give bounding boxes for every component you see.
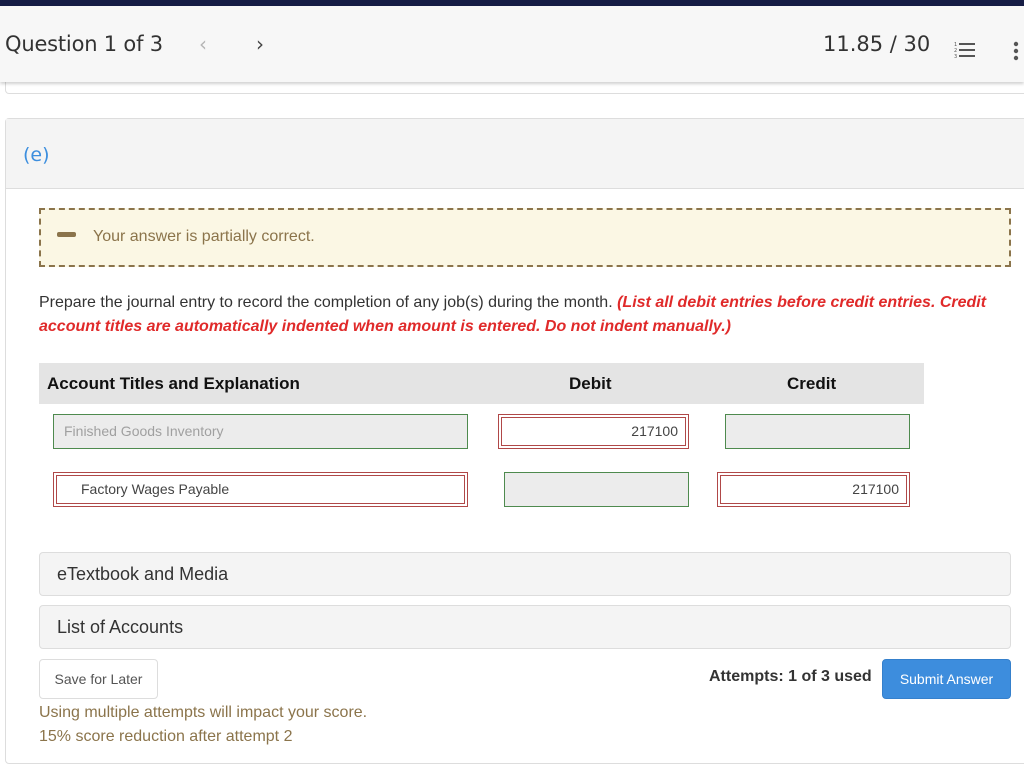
feedback-banner: Your answer is partially correct. [39, 208, 1011, 267]
question-counter: Question 1 of 3 [5, 32, 163, 56]
feedback-text: Your answer is partially correct. [93, 228, 315, 245]
etextbook-media-panel[interactable]: eTextbook and Media [39, 552, 1011, 596]
account-input-row-1[interactable]: Finished Goods Inventory [53, 414, 468, 449]
header-credit: Credit [787, 374, 837, 393]
credit-input-row-1[interactable] [725, 414, 910, 449]
chevron-left-icon[interactable]: ‹ [199, 32, 207, 56]
account-input-row-2[interactable]: Factory Wages Payable [53, 472, 468, 507]
attempts-warning: Using multiple attempts will impact your… [39, 701, 367, 749]
question-header: Question 1 of 3 ‹ › 11.85 / 30 1 2 3 [0, 6, 1024, 82]
attempts-counter: Attempts: 1 of 3 used [709, 668, 872, 685]
list-of-accounts-panel[interactable]: List of Accounts [39, 605, 1011, 649]
submit-answer-button[interactable]: Submit Answer [882, 659, 1011, 699]
partial-minus-icon [57, 232, 76, 237]
chevron-right-icon[interactable]: › [256, 32, 264, 56]
question-part-card: (e) Your answer is partially correct. Pr… [5, 118, 1024, 764]
part-label: (e) [23, 144, 50, 166]
header-debit: Debit [569, 374, 612, 393]
debit-input-row-2[interactable] [504, 472, 689, 507]
header-account: Account Titles and Explanation [47, 374, 300, 393]
svg-text:3: 3 [954, 54, 957, 59]
warning-line-1: Using multiple attempts will impact your… [39, 704, 368, 721]
part-header: (e) [6, 119, 1024, 189]
debit-input-row-1[interactable]: 217100 [498, 414, 689, 449]
credit-input-row-2[interactable]: 217100 [717, 472, 910, 507]
save-for-later-button[interactable]: Save for Later [39, 659, 158, 699]
more-vertical-icon[interactable] [1012, 41, 1020, 61]
instructions-main: Prepare the journal entry to record the … [39, 294, 618, 311]
journal-table-header: Account Titles and Explanation Debit Cre… [39, 363, 924, 404]
previous-part-card-edge [5, 82, 1024, 94]
numbered-list-icon[interactable]: 1 2 3 [954, 41, 976, 60]
score-display: 11.85 / 30 [823, 32, 931, 56]
warning-line-2: 15% score reduction after attempt 2 [39, 728, 293, 745]
question-instructions: Prepare the journal entry to record the … [39, 291, 1019, 339]
